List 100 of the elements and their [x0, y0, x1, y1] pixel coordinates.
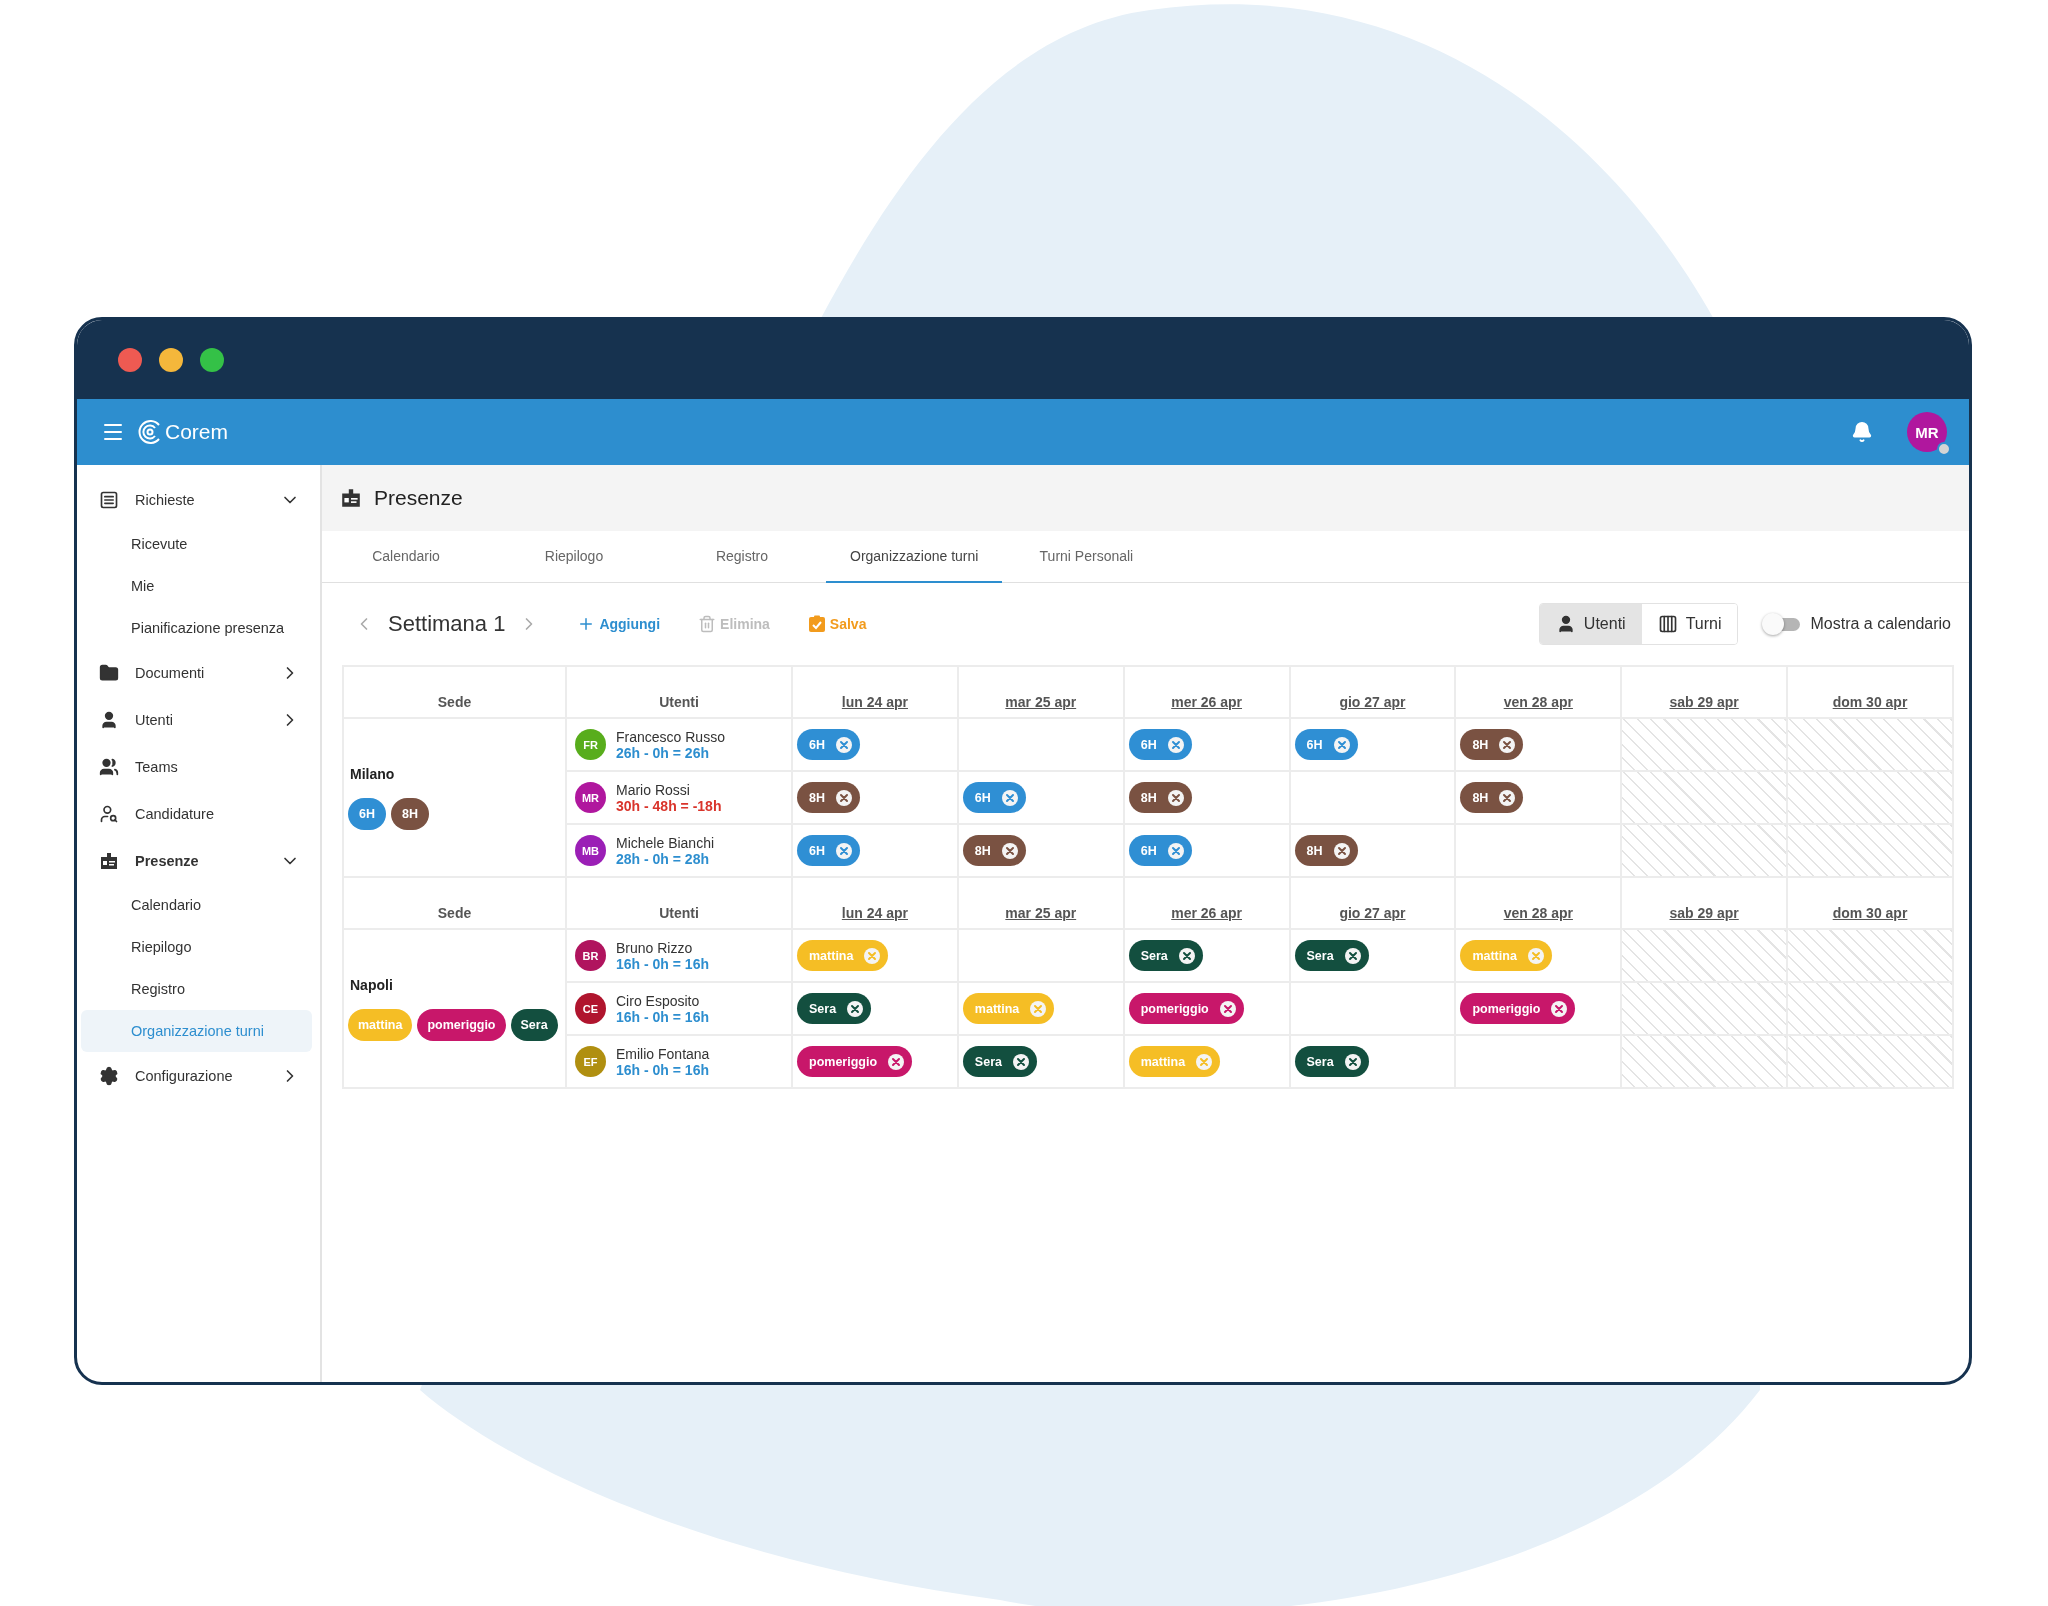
sidebar-subitem[interactable]: Pianificazione presenza [81, 607, 312, 649]
close-icon[interactable] [1166, 788, 1185, 807]
day-link[interactable]: mar 25 apr [1005, 694, 1077, 710]
shift-chip[interactable]: pomeriggio [1128, 993, 1244, 1024]
sidebar-item[interactable]: Candidature [81, 790, 312, 837]
list-icon [99, 489, 119, 510]
shift-chip[interactable]: 8H [1128, 782, 1192, 813]
sidebar-subitem[interactable]: Registro [81, 968, 312, 1010]
shift-chip[interactable]: 8H [1460, 729, 1524, 760]
day-link[interactable]: gio 27 apr [1339, 694, 1406, 710]
view-toggle-button[interactable]: Utenti [1539, 604, 1642, 644]
shift-chip[interactable]: 6H [1128, 835, 1192, 866]
close-icon[interactable] [835, 788, 853, 807]
shift-chip[interactable]: Sera [1294, 940, 1369, 971]
shift-chip[interactable]: 8H [797, 782, 860, 813]
day-link[interactable]: lun 24 apr [841, 694, 908, 710]
hours-balance: 16h - 0h = 16h [616, 955, 709, 972]
shift-type-tag[interactable]: Sera [510, 1008, 558, 1041]
maximize-dot[interactable] [200, 347, 224, 372]
shift-chip[interactable]: 6H [1128, 729, 1192, 760]
close-icon[interactable] [1000, 841, 1019, 860]
shift-chip[interactable]: Sera [797, 993, 872, 1024]
shift-chip[interactable]: 8H [962, 835, 1026, 866]
column-header: Utenti [566, 877, 792, 929]
shift-chip[interactable]: 8H [1460, 782, 1524, 813]
sidebar-subitem[interactable]: Riepilogo [81, 926, 312, 968]
column-header: Sede [343, 666, 566, 718]
user-avatar: FR [575, 729, 606, 760]
sidebar-item[interactable]: Configurazione [81, 1052, 312, 1099]
user-name: Michele Bianchi [616, 834, 715, 851]
group-icon [99, 756, 119, 777]
shift-chip[interactable]: Sera [962, 1046, 1037, 1077]
close-dot[interactable] [118, 347, 142, 372]
column-header: Sede [343, 877, 566, 929]
shift-chip[interactable]: 6H [797, 835, 860, 866]
bell-icon[interactable] [1851, 421, 1873, 443]
shift-chip[interactable]: 8H [1294, 835, 1358, 866]
week-label: Settimana 1 [388, 611, 506, 637]
close-icon[interactable] [1218, 999, 1237, 1018]
close-icon[interactable] [1550, 999, 1569, 1018]
close-icon[interactable] [887, 1052, 906, 1071]
shift-chip[interactable]: pomeriggio [797, 1046, 913, 1077]
tab[interactable]: Calendario [322, 531, 490, 583]
day-link[interactable]: lun 24 apr [841, 905, 908, 921]
close-icon[interactable] [1177, 946, 1196, 965]
close-icon[interactable] [1332, 841, 1351, 860]
site-name: Milano [350, 765, 396, 782]
logo-text: Corem [165, 420, 228, 444]
tab[interactable]: Riepilogo [490, 531, 658, 583]
shift-chip[interactable]: pomeriggio [1460, 993, 1576, 1024]
sidebar-item[interactable]: Presenze [81, 837, 312, 884]
tab[interactable]: Registro [658, 531, 826, 583]
day-link[interactable]: gio 27 apr [1339, 905, 1406, 921]
close-icon[interactable] [1343, 946, 1362, 965]
trash-icon [698, 615, 717, 633]
add-button[interactable]: Aggiungi [577, 615, 661, 633]
hours-balance: 30h - 48h = -18h [616, 797, 722, 814]
sidebar-item[interactable]: Utenti [81, 696, 312, 743]
sidebar-subitem[interactable]: Ricevute [81, 523, 312, 565]
sidebar-subitem[interactable]: Mie [81, 565, 312, 607]
day-link[interactable]: mer 26 apr [1171, 694, 1242, 710]
shift-chip[interactable]: Sera [1128, 940, 1203, 971]
badge-icon [340, 487, 362, 509]
shift-type-tag[interactable]: pomeriggio [417, 1008, 506, 1041]
tab[interactable]: Organizzazione turni [826, 531, 1003, 583]
shift-chip[interactable]: Sera [1294, 1046, 1369, 1077]
switch-label: Mostra a calendario [1810, 615, 1951, 633]
day-link[interactable]: mer 26 apr [1171, 905, 1242, 921]
shift-chip[interactable]: 6H [797, 729, 860, 760]
folder-icon [99, 662, 119, 683]
day-link[interactable]: mar 25 apr [1005, 905, 1077, 921]
user-avatar[interactable]: MR [1907, 412, 1947, 452]
minimize-dot[interactable] [159, 347, 183, 372]
close-icon[interactable] [1498, 735, 1517, 754]
user-avatar: MR [575, 782, 606, 813]
shift-chip[interactable]: 6H [1294, 729, 1358, 760]
tab[interactable]: Turni Personali [1002, 531, 1171, 583]
sidebar-subitem[interactable]: Calendario [81, 884, 312, 926]
user-avatar: CE [575, 993, 606, 1024]
user-name: Bruno Rizzo [616, 939, 694, 956]
toggle-switch[interactable] [1762, 613, 1801, 635]
close-icon[interactable] [1011, 1052, 1030, 1071]
sidebar-item[interactable]: Documenti [81, 649, 312, 696]
user-name: Mario Rossi [616, 781, 691, 798]
hours-balance: 26h - 0h = 26h [616, 744, 710, 761]
sidebar-item[interactable]: Richieste [81, 476, 312, 523]
day-link[interactable]: ven 28 apr [1503, 694, 1573, 710]
close-icon[interactable] [1343, 1052, 1362, 1071]
user-avatar: BR [575, 940, 606, 971]
user-name: Ciro Esposito [616, 992, 701, 1009]
sidebar-item[interactable]: Teams [81, 743, 312, 790]
shift-chip[interactable]: 6H [962, 782, 1026, 813]
shift-type-tag[interactable]: 6H [348, 797, 386, 830]
user-search-icon [99, 803, 119, 824]
user-avatar: MB [575, 835, 606, 866]
user-icon [99, 709, 119, 730]
day-link[interactable]: ven 28 apr [1503, 905, 1573, 921]
close-icon[interactable] [1498, 788, 1517, 807]
close-icon[interactable] [846, 999, 865, 1018]
shift-type-tag[interactable]: 8H [391, 797, 429, 830]
